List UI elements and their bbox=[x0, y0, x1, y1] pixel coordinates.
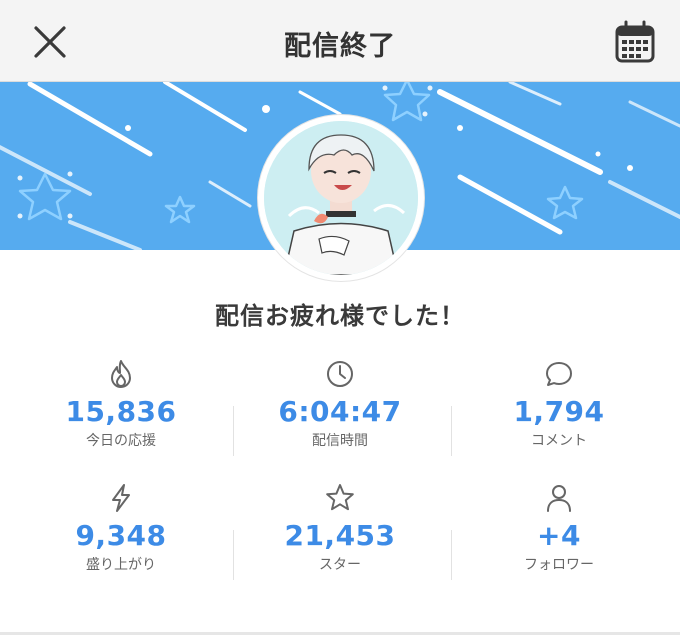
stat-excitement: 9,348 盛り上がり bbox=[8, 482, 234, 575]
stream-end-message: 配信お疲れ様でした！ bbox=[215, 302, 465, 330]
avatar-image bbox=[264, 121, 418, 275]
stat-stars: 21,453 スター bbox=[227, 482, 453, 575]
person-icon bbox=[547, 485, 571, 512]
top-app-bar: 配信終了 bbox=[0, 0, 680, 82]
stat-comments: 1,794 コメント bbox=[446, 358, 672, 451]
stat-value: 1,794 bbox=[513, 395, 605, 428]
calendar-icon bbox=[615, 20, 655, 63]
stat-value: 15,836 bbox=[65, 395, 177, 428]
stat-label: 今日の応援 bbox=[86, 433, 156, 449]
stat-support: 15,836 今日の応援 bbox=[8, 358, 234, 451]
stat-label: スター bbox=[319, 557, 361, 573]
speech-bubble-icon bbox=[546, 362, 572, 386]
stat-value: 9,348 bbox=[75, 519, 167, 552]
stat-divider bbox=[451, 406, 452, 456]
stat-label: フォロワー bbox=[524, 557, 594, 573]
stat-label: 配信時間 bbox=[312, 433, 368, 449]
calendar-button[interactable] bbox=[614, 20, 656, 64]
lightning-icon bbox=[112, 484, 130, 512]
stat-duration: 6:04:47 配信時間 bbox=[227, 358, 453, 451]
star-icon bbox=[326, 484, 354, 511]
stat-followers: +4 フォロワー bbox=[446, 482, 672, 575]
stat-value: 21,453 bbox=[284, 519, 396, 552]
flame-icon bbox=[111, 360, 131, 388]
avatar-illustration bbox=[264, 121, 418, 275]
avatar[interactable] bbox=[258, 115, 424, 281]
stat-divider bbox=[233, 406, 234, 456]
stat-divider bbox=[451, 530, 452, 580]
stat-value: +4 bbox=[537, 519, 581, 552]
stat-divider bbox=[233, 530, 234, 580]
stat-label: コメント bbox=[531, 433, 587, 449]
stat-label: 盛り上がり bbox=[86, 557, 156, 573]
page-title: 配信終了 bbox=[284, 31, 396, 62]
stat-value: 6:04:47 bbox=[278, 395, 402, 428]
clock-icon bbox=[327, 361, 353, 387]
